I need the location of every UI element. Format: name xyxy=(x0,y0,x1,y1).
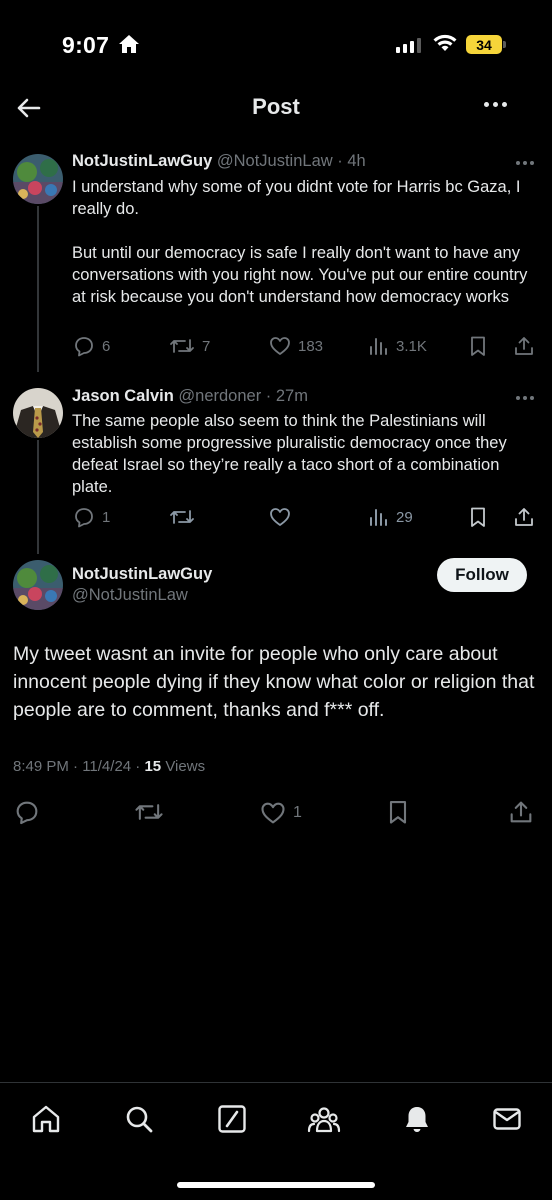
heart-icon xyxy=(261,802,285,824)
reply-icon xyxy=(75,508,93,528)
reply-icon[interactable] xyxy=(13,798,41,826)
repost-icon xyxy=(170,339,194,353)
share-icon[interactable] xyxy=(507,798,535,826)
heart-icon xyxy=(270,337,290,355)
views-count: 3.1K xyxy=(396,337,427,355)
battery-level: 34 xyxy=(476,36,492,53)
tweet-text: I understand why some of you didnt vote … xyxy=(72,176,542,308)
status-bar: 9:07 34 xyxy=(0,0,552,90)
bookmark-icon[interactable] xyxy=(384,798,412,826)
tweet-paragraph: But until our democracy is safe I really… xyxy=(72,244,528,306)
views-count: 15 xyxy=(144,758,162,775)
battery-indicator: 34 xyxy=(466,35,502,54)
tweet-timestamp: 8:49 PM · 11/4/24 · 15 Views xyxy=(13,758,205,775)
search-icon xyxy=(126,1106,153,1133)
tweet-more-icon[interactable] xyxy=(516,161,534,165)
battery-tip xyxy=(503,41,506,48)
tab-grok[interactable] xyxy=(214,1101,250,1137)
tweet-paragraph: I understand why some of you didnt vote … xyxy=(72,178,521,218)
tweet-actions: 6 7 183 3.1K xyxy=(72,334,542,360)
views-button[interactable]: 3.1K xyxy=(368,334,427,358)
author-name[interactable]: Jason Calvin xyxy=(72,387,174,405)
top-nav: Post xyxy=(0,80,552,136)
follow-button[interactable]: Follow xyxy=(437,558,527,592)
author-name[interactable]: NotJustinLawGuy xyxy=(72,565,212,583)
repost-count: 7 xyxy=(202,337,211,355)
tab-home[interactable] xyxy=(28,1101,64,1137)
tab-notifications[interactable] xyxy=(399,1101,435,1137)
reply-count: 6 xyxy=(102,337,111,355)
repost-icon xyxy=(170,510,194,524)
thread-line xyxy=(37,206,39,372)
main-tweet-actions: 1 xyxy=(13,798,541,827)
share-icon[interactable] xyxy=(512,505,536,529)
home-icon xyxy=(32,1105,60,1133)
reply-button[interactable]: 6 xyxy=(72,334,110,358)
views-button[interactable]: 29 xyxy=(368,505,413,529)
communities-icon xyxy=(307,1107,341,1133)
tweet-more-icon[interactable] xyxy=(516,396,534,400)
like-button[interactable] xyxy=(268,505,298,529)
notifications-icon xyxy=(406,1107,428,1132)
like-count: 1 xyxy=(293,804,302,821)
avatar[interactable] xyxy=(13,560,63,610)
repost-button[interactable] xyxy=(168,505,202,529)
timestamp-text: 8:49 PM · 11/4/24 · xyxy=(13,758,145,775)
more-options-icon[interactable] xyxy=(484,102,507,107)
status-time: 9:07 xyxy=(62,32,110,58)
tweet-text: The same people also seem to think the P… xyxy=(72,410,542,498)
grok-icon xyxy=(218,1105,246,1133)
main-tweet-text: My tweet wasnt an invite for people who … xyxy=(13,643,535,721)
like-button[interactable]: 1 xyxy=(259,799,302,827)
wifi-icon xyxy=(433,34,457,51)
messages-icon xyxy=(493,1108,521,1130)
home-indicator[interactable] xyxy=(177,1182,375,1188)
tab-search[interactable] xyxy=(121,1101,157,1137)
reply-count: 1 xyxy=(102,508,111,526)
author-meta: @nerdoner · 27m xyxy=(178,387,308,405)
main-author-name[interactable]: NotJustinLawGuy xyxy=(72,565,212,584)
author-meta: @NotJustinLaw · 4h xyxy=(216,152,366,170)
views-icon xyxy=(370,338,387,355)
tweet-header: NotJustinLawGuy @NotJustinLaw · 4h xyxy=(72,152,366,171)
avatar[interactable] xyxy=(13,154,63,204)
author-handle: @NotJustinLaw xyxy=(72,586,188,604)
author-name[interactable]: NotJustinLawGuy xyxy=(72,152,212,170)
bookmark-icon[interactable] xyxy=(466,505,490,529)
repost-button[interactable]: 7 xyxy=(168,334,210,358)
tweet-paragraph: The same people also seem to think the P… xyxy=(72,412,507,496)
repost-icon[interactable] xyxy=(133,798,165,826)
reply-icon xyxy=(75,337,93,357)
home-status-icon xyxy=(119,35,139,53)
tab-messages[interactable] xyxy=(489,1101,525,1137)
main-author-handle: @NotJustinLaw xyxy=(72,586,188,605)
views-label: Views xyxy=(161,758,206,775)
views-count: 29 xyxy=(396,508,413,526)
page-title: Post xyxy=(252,94,300,119)
tab-communities[interactable] xyxy=(306,1101,342,1137)
views-icon xyxy=(370,509,387,526)
cellular-signal-icon xyxy=(396,37,421,53)
thread-line xyxy=(37,440,39,554)
like-button[interactable]: 183 xyxy=(268,334,323,358)
bookmark-icon[interactable] xyxy=(466,334,490,358)
like-count: 183 xyxy=(298,337,324,355)
heart-icon xyxy=(270,508,290,526)
share-icon[interactable] xyxy=(512,334,536,358)
tweet-actions: 1 29 xyxy=(72,505,542,531)
avatar[interactable] xyxy=(13,388,63,438)
tweet-header: Jason Calvin @nerdoner · 27m xyxy=(72,387,308,406)
reply-button[interactable]: 1 xyxy=(72,505,110,529)
